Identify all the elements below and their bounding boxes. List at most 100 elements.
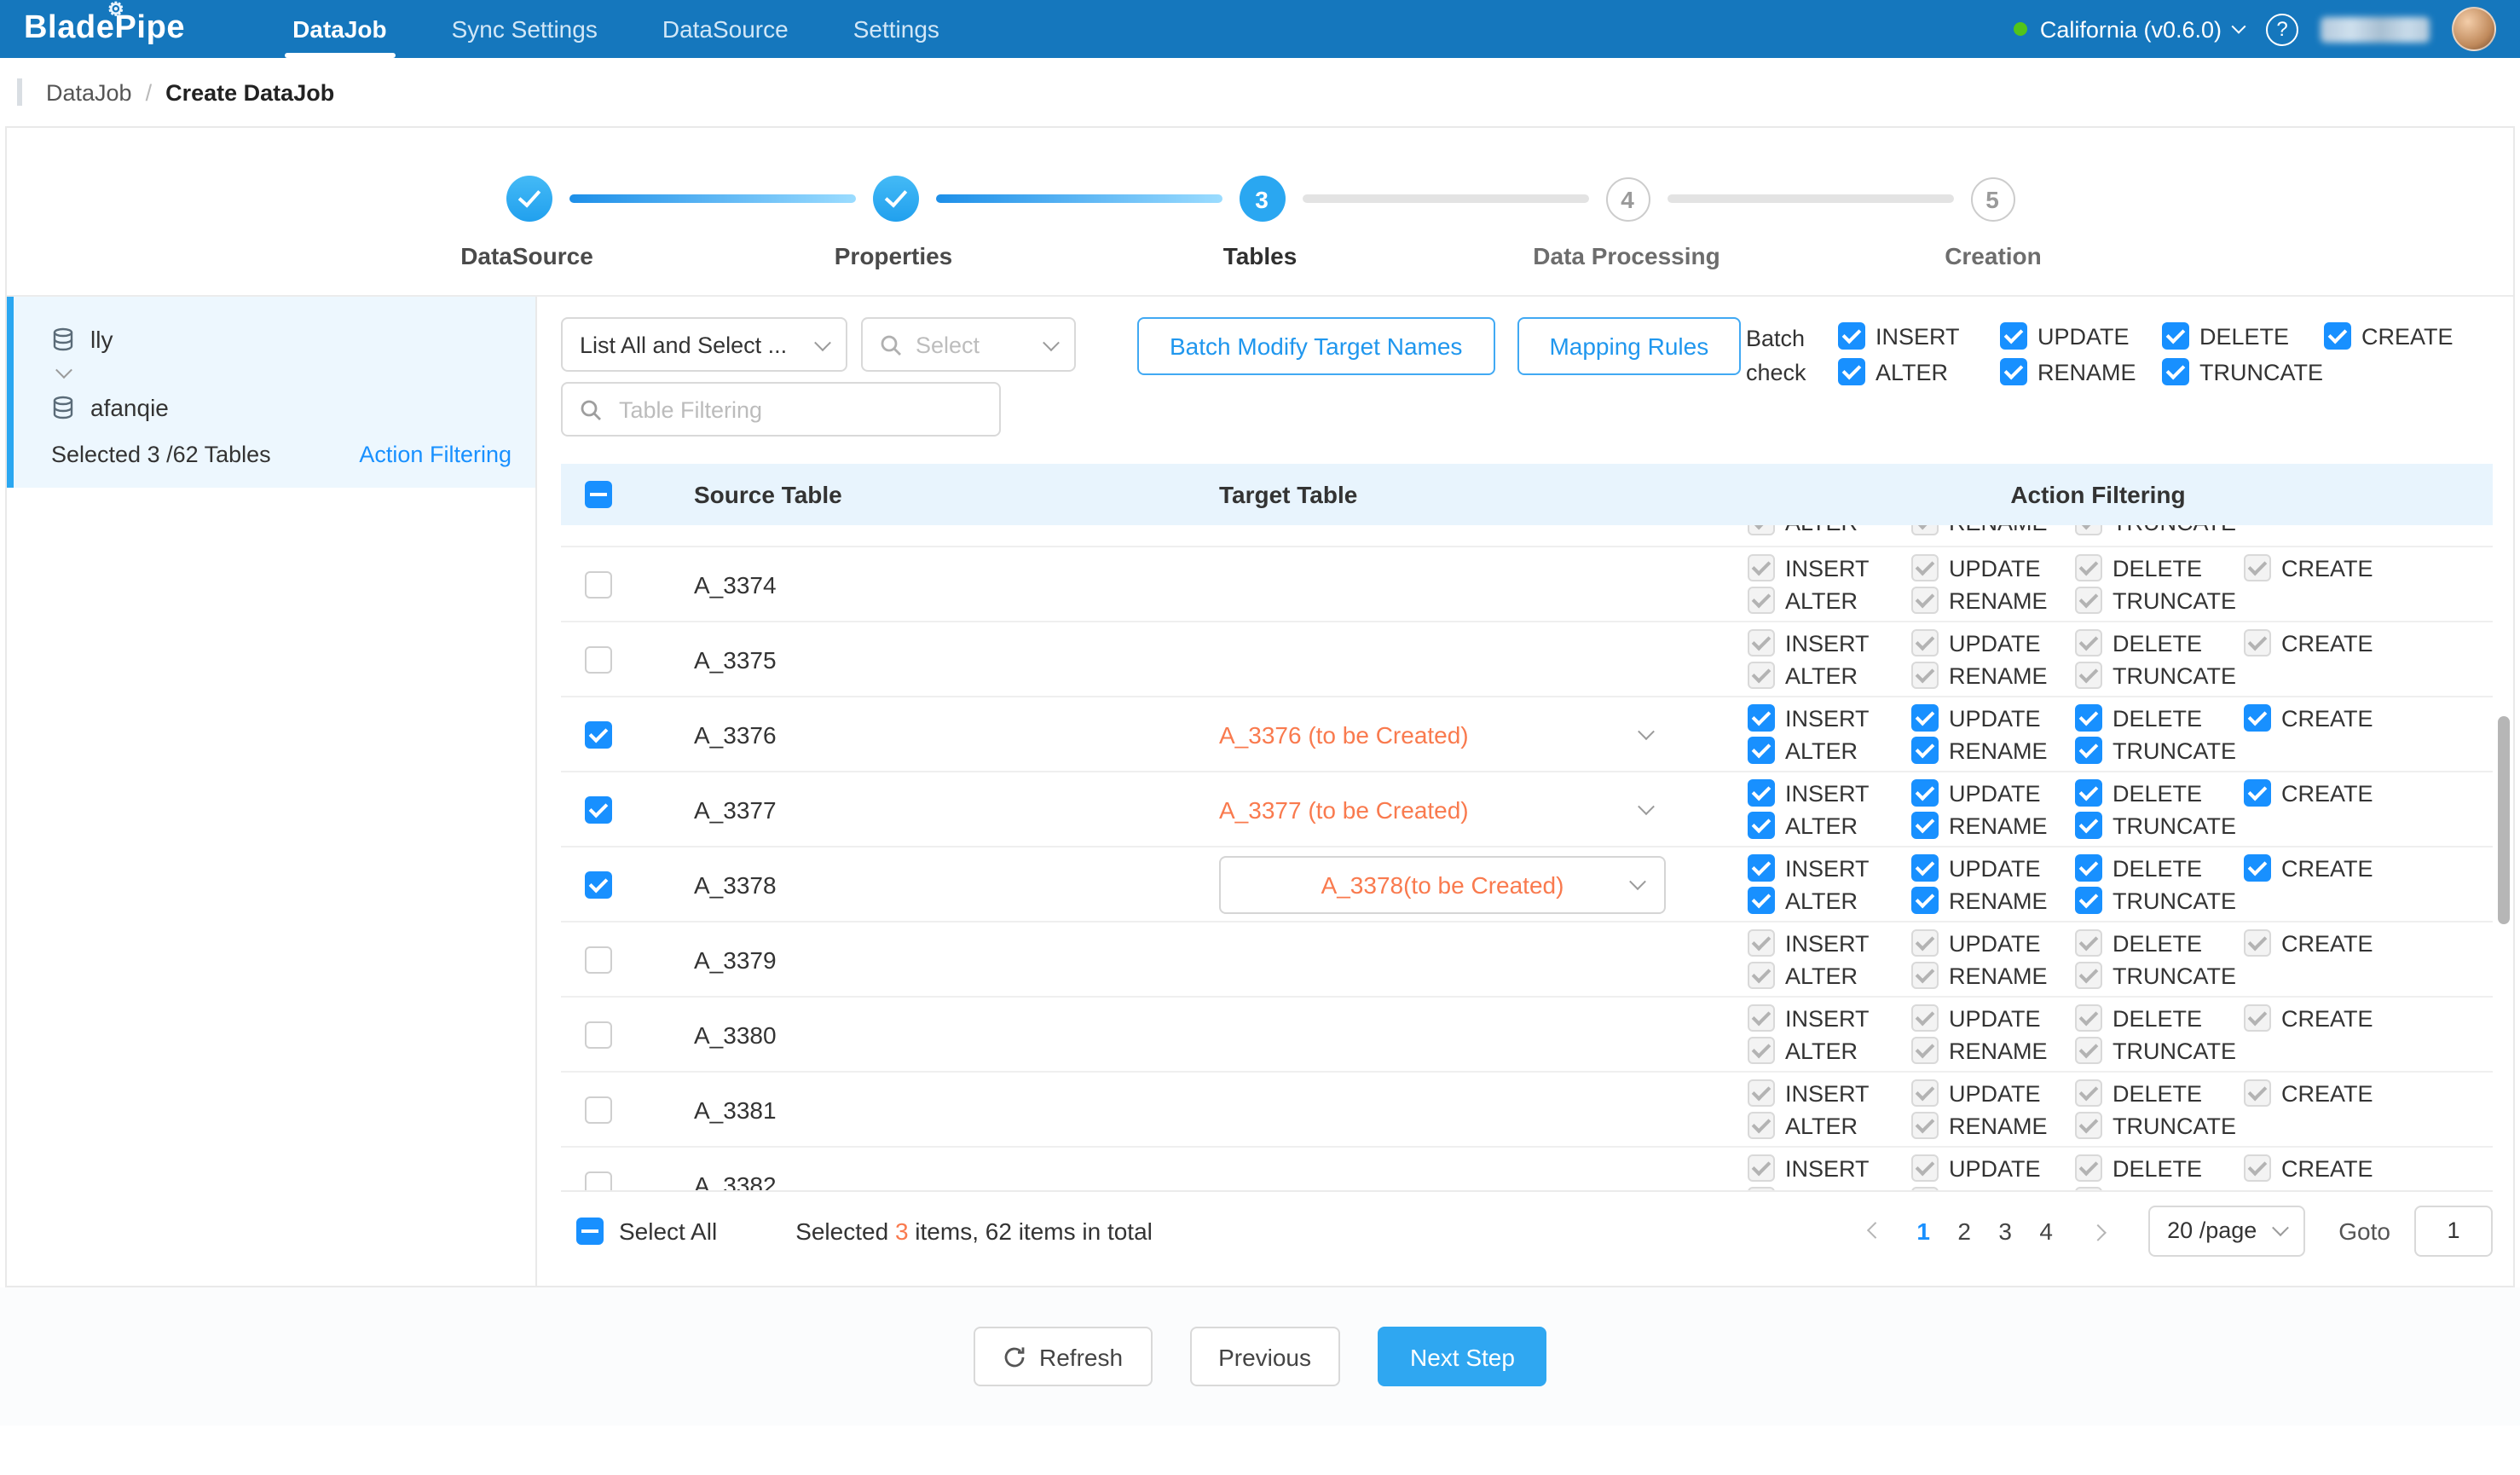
nav-item-datajob[interactable]: DataJob [289, 0, 390, 58]
header-checkbox[interactable] [585, 481, 612, 508]
checkbox-icon[interactable] [2244, 779, 2271, 807]
action-checkbox-insert[interactable]: INSERT [1748, 779, 1911, 807]
checkbox-icon[interactable] [2075, 887, 2102, 914]
checkbox-icon[interactable] [1838, 358, 1865, 385]
pagination-page-2[interactable]: 2 [1944, 1208, 1985, 1252]
checkbox-icon[interactable] [2075, 704, 2102, 732]
target-table-name[interactable]: A_3377 (to be Created) [1219, 795, 1469, 823]
checkbox-icon[interactable] [2075, 779, 2102, 807]
checkbox-icon[interactable] [1911, 737, 1939, 764]
mapping-rules-button[interactable]: Mapping Rules [1517, 317, 1741, 375]
action-checkbox-delete[interactable]: DELETE [2075, 704, 2244, 732]
avatar[interactable] [2452, 7, 2496, 51]
checkbox-icon[interactable] [2000, 358, 2027, 385]
action-checkbox-rename[interactable]: RENAME [1911, 887, 2075, 914]
pagination-prev-button[interactable] [1852, 1208, 1893, 1252]
nav-item-settings[interactable]: Settings [850, 0, 943, 58]
row-checkbox[interactable] [585, 871, 612, 898]
checkbox-icon[interactable] [1838, 322, 1865, 350]
pagination-page-3[interactable]: 3 [1985, 1208, 2026, 1252]
checkbox-icon[interactable] [1748, 779, 1775, 807]
checkbox-icon[interactable] [1748, 887, 1775, 914]
action-checkbox-update[interactable]: UPDATE [1911, 704, 2075, 732]
action-checkbox-truncate[interactable]: TRUNCATE [2075, 737, 2244, 764]
scrollbar-thumb[interactable] [2498, 716, 2510, 924]
checkbox-icon[interactable] [2075, 854, 2102, 882]
list-mode-select[interactable]: List All and Select ... [561, 317, 847, 372]
action-checkbox-truncate[interactable]: TRUNCATE [2162, 358, 2324, 385]
region-selector[interactable]: California (v0.6.0) [2014, 16, 2244, 42]
row-checkbox[interactable] [585, 946, 612, 973]
previous-button[interactable]: Previous [1189, 1327, 1340, 1386]
checkbox-icon[interactable] [1911, 812, 1939, 839]
help-button[interactable]: ? [2266, 13, 2298, 45]
refresh-button[interactable]: Refresh [973, 1327, 1152, 1386]
brand-logo[interactable]: BladePipe ⚙ [24, 10, 185, 48]
checkbox-icon[interactable] [2244, 854, 2271, 882]
row-checkbox[interactable] [585, 1171, 612, 1190]
goto-page-input[interactable] [2414, 1205, 2493, 1256]
action-checkbox-insert[interactable]: INSERT [1838, 322, 2000, 350]
pagination-page-4[interactable]: 4 [2026, 1208, 2066, 1252]
pagination-page-1[interactable]: 1 [1903, 1208, 1944, 1252]
checkbox-icon[interactable] [2162, 322, 2189, 350]
action-checkbox-alter[interactable]: ALTER [1748, 812, 1911, 839]
action-checkbox-delete[interactable]: DELETE [2162, 322, 2324, 350]
action-checkbox-rename[interactable]: RENAME [1911, 737, 2075, 764]
action-checkbox-delete[interactable]: DELETE [2075, 854, 2244, 882]
action-checkbox-update[interactable]: UPDATE [2000, 322, 2162, 350]
sidebar-selected-mapping[interactable]: lly afanqie Selected 3 /62 Tables Action… [7, 297, 535, 488]
checkbox-icon[interactable] [2000, 322, 2027, 350]
action-checkbox-create[interactable]: CREATE [2324, 322, 2486, 350]
checkbox-icon[interactable] [1911, 854, 1939, 882]
checkbox-icon[interactable] [1911, 779, 1939, 807]
action-checkbox-alter[interactable]: ALTER [1748, 737, 1911, 764]
action-checkbox-truncate[interactable]: TRUNCATE [2075, 812, 2244, 839]
action-checkbox-create[interactable]: CREATE [2244, 704, 2397, 732]
chevron-down-icon[interactable] [1638, 798, 1655, 815]
breadcrumb-parent[interactable]: DataJob [46, 79, 132, 105]
checkbox-icon[interactable] [1748, 854, 1775, 882]
action-checkbox-delete[interactable]: DELETE [2075, 779, 2244, 807]
action-checkbox-rename[interactable]: RENAME [2000, 358, 2162, 385]
target-table-select[interactable]: A_3378(to be Created) [1219, 855, 1666, 913]
nav-item-datasource[interactable]: DataSource [659, 0, 792, 58]
table-filter-input[interactable] [616, 395, 982, 424]
checkbox-icon[interactable] [2244, 704, 2271, 732]
page-size-select[interactable]: 20 /page [2148, 1205, 2304, 1256]
action-checkbox-update[interactable]: UPDATE [1911, 779, 2075, 807]
action-checkbox-insert[interactable]: INSERT [1748, 854, 1911, 882]
batch-modify-target-names-button[interactable]: Batch Modify Target Names [1137, 317, 1494, 375]
checkbox-icon[interactable] [2075, 737, 2102, 764]
checkbox-icon[interactable] [2075, 812, 2102, 839]
action-filtering-link[interactable]: Action Filtering [359, 442, 512, 467]
row-checkbox[interactable] [585, 645, 612, 673]
action-checkbox-rename[interactable]: RENAME [1911, 812, 2075, 839]
action-checkbox-create[interactable]: CREATE [2244, 779, 2397, 807]
action-checkbox-create[interactable]: CREATE [2244, 854, 2397, 882]
next-step-button[interactable]: Next Step [1378, 1327, 1547, 1386]
nav-item-sync-settings[interactable]: Sync Settings [448, 0, 601, 58]
chevron-down-icon[interactable] [1638, 723, 1655, 740]
row-checkbox[interactable] [585, 570, 612, 598]
checkbox-icon[interactable] [1748, 812, 1775, 839]
checkbox-icon[interactable] [1911, 704, 1939, 732]
target-table-name[interactable]: A_3376 (to be Created) [1219, 720, 1469, 748]
action-checkbox-update[interactable]: UPDATE [1911, 854, 2075, 882]
select-all-checkbox[interactable] [576, 1217, 604, 1244]
row-checkbox[interactable] [585, 1021, 612, 1048]
row-checkbox[interactable] [585, 1096, 612, 1123]
checkbox-icon[interactable] [1911, 887, 1939, 914]
row-checkbox[interactable] [585, 720, 612, 748]
pagination-next-button[interactable] [2077, 1208, 2118, 1252]
action-checkbox-alter[interactable]: ALTER [1838, 358, 2000, 385]
checkbox-icon[interactable] [2324, 322, 2351, 350]
action-checkbox-insert[interactable]: INSERT [1748, 704, 1911, 732]
checkbox-icon[interactable] [2162, 358, 2189, 385]
column-select[interactable]: Select [861, 317, 1076, 372]
checkbox-icon[interactable] [1748, 704, 1775, 732]
action-checkbox-alter[interactable]: ALTER [1748, 887, 1911, 914]
action-checkbox-truncate[interactable]: TRUNCATE [2075, 887, 2244, 914]
checkbox-icon[interactable] [1748, 737, 1775, 764]
row-checkbox[interactable] [585, 795, 612, 823]
